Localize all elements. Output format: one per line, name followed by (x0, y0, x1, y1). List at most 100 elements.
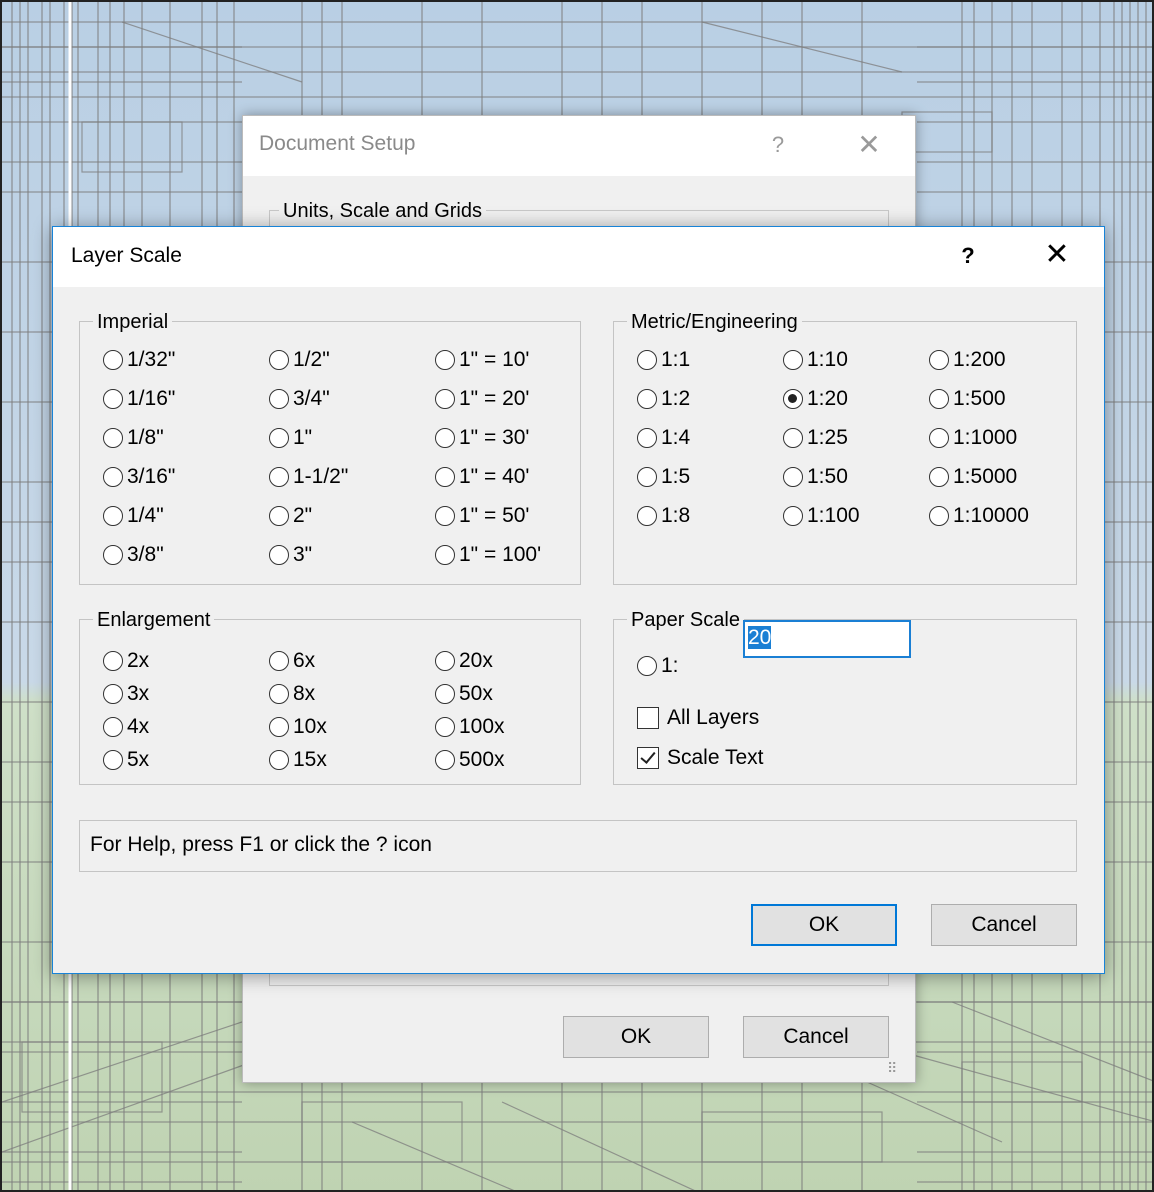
radio-circle (637, 656, 657, 676)
imperial-label: Imperial (93, 311, 173, 333)
imperial-scale-radio[interactable]: 3/4" (269, 386, 330, 412)
wireframe-box (961, 1061, 1083, 1103)
all-layers-checkbox[interactable]: All Layers (637, 704, 759, 732)
imperial-scale-radio[interactable]: 1" = 20' (435, 386, 529, 412)
imperial-scale-radio-label: 1/2" (293, 348, 330, 371)
wireframe-line (2, 1061, 253, 1153)
metric-scale-radio[interactable]: 1:500 (929, 386, 1006, 412)
metric-engineering-label: Metric/Engineering (627, 311, 802, 333)
metric-scale-radio[interactable]: 1:200 (929, 347, 1006, 373)
metric-scale-radio[interactable]: 1:1 (637, 347, 690, 373)
imperial-scale-radio[interactable]: 1/32" (103, 347, 175, 373)
cancel-button[interactable]: Cancel (931, 904, 1077, 946)
imperial-scale-radio-label: 1" (293, 426, 313, 449)
imperial-scale-radio[interactable]: 1/4" (103, 503, 164, 529)
enlargement-scale-radio-label: 500x (459, 748, 505, 771)
metric-scale-radio[interactable]: 1:50 (783, 464, 848, 490)
all-layers-label: All Layers (667, 706, 760, 729)
metric-scale-radio-label: 1:10 (807, 348, 848, 371)
metric-scale-radio[interactable]: 1:4 (637, 425, 690, 451)
imperial-scale-radio[interactable]: 1" = 100' (435, 542, 541, 568)
imperial-scale-radio[interactable]: 1" = 50' (435, 503, 529, 529)
metric-scale-radio-label: 1:1000 (953, 426, 1018, 449)
imperial-scale-radio[interactable]: 1" = 30' (435, 425, 529, 451)
metric-scale-radio[interactable]: 1:2 (637, 386, 690, 412)
paper-scale-input[interactable]: 20 (743, 620, 911, 658)
metric-scale-radio[interactable]: 1:5000 (929, 464, 1017, 490)
metric-scale-radio[interactable]: 1:10 (783, 347, 848, 373)
imperial-scale-radio[interactable]: 1-1/2" (269, 464, 348, 490)
radio-circle (103, 717, 123, 737)
imperial-scale-radio-label: 1" = 20' (459, 387, 530, 410)
enlargement-scale-radio-label: 15x (293, 748, 327, 771)
radio-circle (929, 506, 949, 526)
enlargement-scale-radio[interactable]: 5x (103, 747, 149, 773)
enlargement-scale-radio[interactable]: 100x (435, 714, 505, 740)
metric-scale-radio[interactable]: 1:10000 (929, 503, 1029, 529)
radio-circle (435, 389, 455, 409)
enlargement-scale-radio[interactable]: 3x (103, 681, 149, 707)
radio-circle (435, 750, 455, 770)
resize-grip-icon[interactable]: ⠿ (887, 1060, 897, 1077)
imperial-scale-radio-label: 1" = 40' (459, 465, 530, 488)
enlargement-scale-radio[interactable]: 20x (435, 648, 493, 674)
close-icon[interactable]: ✕ (849, 128, 889, 161)
enlargement-scale-radio[interactable]: 6x (269, 648, 315, 674)
imperial-scale-radio[interactable]: 1" (269, 425, 312, 451)
metric-scale-radio-label: 1:1 (661, 348, 691, 371)
imperial-scale-radio-label: 3/8" (127, 543, 164, 566)
help-icon[interactable]: ? (953, 243, 983, 269)
imperial-scale-radio[interactable]: 1/2" (269, 347, 330, 373)
document-setup-titlebar[interactable]: Document Setup ? ✕ (243, 116, 915, 176)
enlargement-scale-radio[interactable]: 8x (269, 681, 315, 707)
metric-scale-radio[interactable]: 1:25 (783, 425, 848, 451)
radio-circle (783, 428, 803, 448)
metric-scale-radio[interactable]: 1:20 (783, 386, 848, 412)
radio-circle (783, 389, 803, 409)
metric-scale-radio[interactable]: 1:5 (637, 464, 690, 490)
scale-text-checkbox[interactable]: Scale Text (637, 744, 764, 772)
imperial-scale-radio[interactable]: 3/8" (103, 542, 164, 568)
radio-circle (269, 428, 289, 448)
imperial-scale-radio[interactable]: 2" (269, 503, 312, 529)
radio-circle (435, 467, 455, 487)
imperial-scale-radio-label: 1/16" (127, 387, 176, 410)
help-icon[interactable]: ? (763, 132, 793, 158)
imperial-scale-radio[interactable]: 1/16" (103, 386, 175, 412)
paper-scale-radio-label: 1: (661, 654, 679, 677)
radio-circle (103, 389, 123, 409)
document-setup-ok-button[interactable]: OK (563, 1016, 709, 1058)
checkbox-box (637, 747, 659, 769)
enlargement-scale-radio[interactable]: 4x (103, 714, 149, 740)
imperial-scale-radio[interactable]: 3/16" (103, 464, 175, 490)
paper-scale-label: Paper Scale (627, 609, 744, 631)
metric-scale-radio[interactable]: 1:1000 (929, 425, 1017, 451)
metric-scale-radio[interactable]: 1:8 (637, 503, 690, 529)
imperial-scale-radio[interactable]: 1/8" (103, 425, 164, 451)
imperial-scale-radio[interactable]: 1" = 10' (435, 347, 529, 373)
enlargement-scale-radio[interactable]: 10x (269, 714, 327, 740)
imperial-scale-radio-label: 2" (293, 504, 313, 527)
radio-circle (103, 651, 123, 671)
metric-scale-radio[interactable]: 1:100 (783, 503, 860, 529)
radio-circle (269, 750, 289, 770)
layer-scale-titlebar[interactable]: Layer Scale ? ✕ (53, 227, 1104, 287)
metric-scale-radio-label: 1:200 (953, 348, 1006, 371)
ok-button[interactable]: OK (751, 904, 897, 946)
radio-circle (929, 350, 949, 370)
close-icon[interactable]: ✕ (1035, 237, 1079, 272)
imperial-scale-radio[interactable]: 1" = 40' (435, 464, 529, 490)
enlargement-scale-radio[interactable]: 500x (435, 747, 505, 773)
enlargement-scale-radio[interactable]: 50x (435, 681, 493, 707)
imperial-scale-radio-label: 1/32" (127, 348, 176, 371)
metric-scale-radio-label: 1:8 (661, 504, 691, 527)
enlargement-scale-radio[interactable]: 2x (103, 648, 149, 674)
enlargement-scale-radio-label: 20x (459, 649, 493, 672)
imperial-scale-radio[interactable]: 3" (269, 542, 312, 568)
enlargement-scale-radio[interactable]: 15x (269, 747, 327, 773)
document-setup-cancel-button[interactable]: Cancel (743, 1016, 889, 1058)
radio-circle (269, 350, 289, 370)
units-scale-grids-label: Units, Scale and Grids (279, 200, 486, 223)
paper-scale-radio[interactable]: 1: (637, 653, 679, 679)
radio-circle (637, 467, 657, 487)
